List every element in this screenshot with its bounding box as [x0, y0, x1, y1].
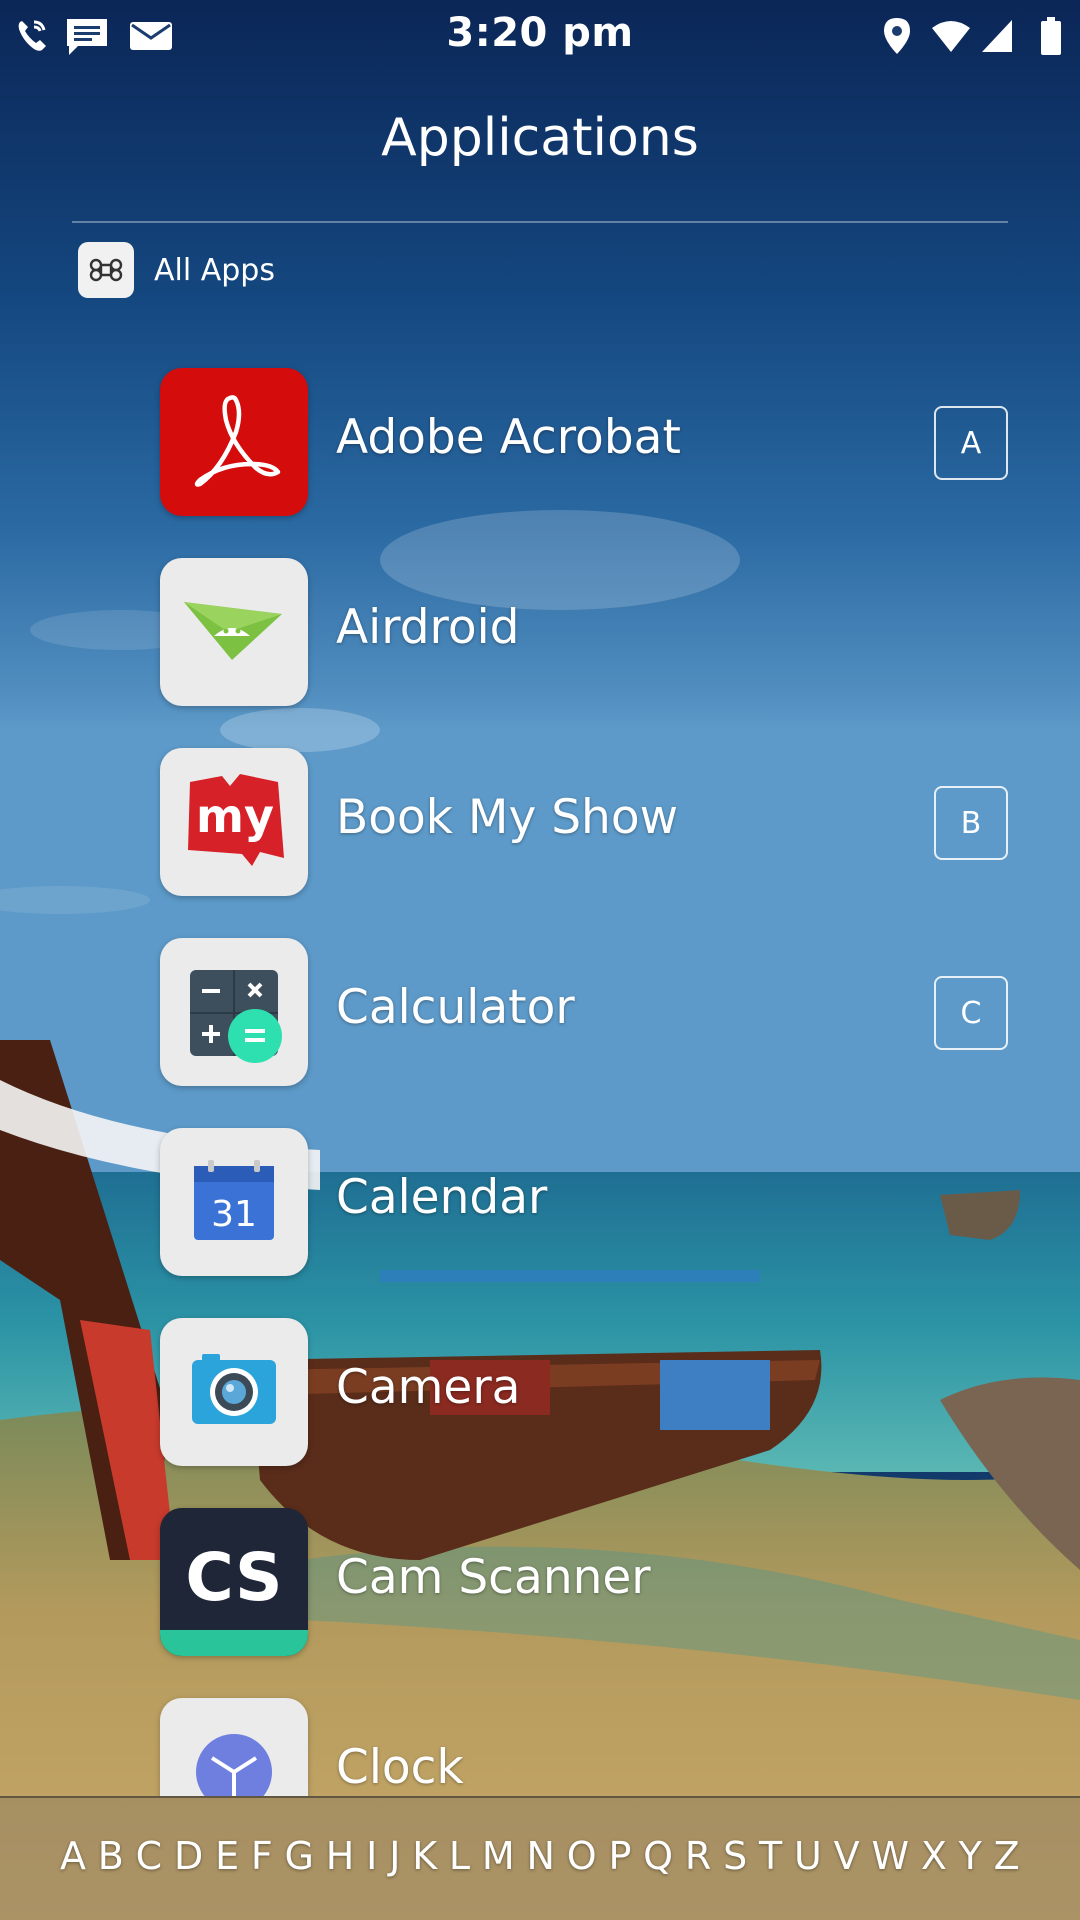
- alphabet-letter-i[interactable]: I: [366, 1834, 377, 1878]
- battery-icon: [1040, 16, 1062, 60]
- status-time: 3:20 pm: [446, 10, 634, 56]
- app-row-camera[interactable]: Camera: [0, 1318, 1080, 1466]
- app-label: Airdroid: [336, 600, 520, 655]
- clock-icon[interactable]: [160, 1698, 308, 1796]
- alphabet-letter-l[interactable]: L: [449, 1834, 470, 1878]
- alphabet-letter-q[interactable]: Q: [643, 1834, 673, 1878]
- book-my-show-icon[interactable]: my: [160, 748, 308, 896]
- alphabet-letter-o[interactable]: O: [567, 1834, 597, 1878]
- alphabet-letter-n[interactable]: N: [526, 1834, 554, 1878]
- calculator-icon[interactable]: [160, 938, 308, 1086]
- alphabet-letter-m[interactable]: M: [482, 1834, 515, 1878]
- app-row-clock[interactable]: Clock: [0, 1698, 1080, 1796]
- alphabet-letter-u[interactable]: U: [794, 1834, 822, 1878]
- app-label: Clock: [336, 1740, 464, 1795]
- alphabet-letter-t[interactable]: T: [759, 1834, 782, 1878]
- app-row-calendar[interactable]: 31 Calendar: [0, 1128, 1080, 1276]
- alphabet-letter-a[interactable]: A: [60, 1834, 86, 1878]
- app-label: Calculator: [336, 980, 575, 1035]
- app-label: Book My Show: [336, 790, 679, 845]
- app-label: Calendar: [336, 1170, 548, 1225]
- all-apps-label: All Apps: [154, 252, 275, 288]
- alphabet-letter-j[interactable]: J: [389, 1834, 400, 1878]
- adobe-acrobat-icon[interactable]: [160, 368, 308, 516]
- app-row-calculator[interactable]: Calculator C: [0, 938, 1080, 1086]
- alphabet-letter-s[interactable]: S: [723, 1834, 747, 1878]
- alphabet-letter-r[interactable]: R: [685, 1834, 711, 1878]
- app-list[interactable]: Adobe Acrobat A Airdroid my Book My Show…: [0, 360, 1080, 1796]
- alphabet-letter-b[interactable]: B: [98, 1834, 124, 1878]
- book-my-show-icon-text: my: [196, 789, 274, 843]
- cam-scanner-icon[interactable]: CS: [160, 1508, 308, 1656]
- alphabet-letter-v[interactable]: V: [834, 1834, 860, 1878]
- alphabet-letter-x[interactable]: X: [921, 1834, 947, 1878]
- alphabet-letter-f[interactable]: F: [251, 1834, 273, 1878]
- calendar-day-text: 31: [211, 1194, 257, 1235]
- app-row-adobe-acrobat[interactable]: Adobe Acrobat A: [0, 368, 1080, 516]
- alphabet-letter-k[interactable]: K: [412, 1834, 437, 1878]
- cam-scanner-icon-text: CS: [185, 1539, 282, 1616]
- status-bar: 3:20 pm: [0, 0, 1080, 72]
- alphabet-letter-e[interactable]: E: [215, 1834, 239, 1878]
- alphabet-letter-g[interactable]: G: [285, 1834, 314, 1878]
- app-label: Cam Scanner: [336, 1550, 651, 1605]
- camera-icon[interactable]: [160, 1318, 308, 1466]
- section-letter-badge[interactable]: A: [934, 406, 1008, 480]
- alphabet-letter-d[interactable]: D: [174, 1834, 203, 1878]
- wifi-icon: [930, 18, 972, 58]
- all-apps-button[interactable]: All Apps: [78, 242, 275, 298]
- location-icon: [882, 16, 912, 60]
- alphabet-letter-p[interactable]: P: [608, 1834, 631, 1878]
- app-label: Camera: [336, 1360, 521, 1415]
- app-row-book-my-show[interactable]: my Book My Show B: [0, 748, 1080, 896]
- section-letter-badge[interactable]: C: [934, 976, 1008, 1050]
- page-title: Applications: [381, 108, 699, 168]
- section-letter-badge[interactable]: B: [934, 786, 1008, 860]
- app-row-airdroid[interactable]: Airdroid: [0, 558, 1080, 706]
- alphabet-letter-z[interactable]: Z: [994, 1834, 1020, 1878]
- alphabet-letter-c[interactable]: C: [136, 1834, 163, 1878]
- alphabet-letter-h[interactable]: H: [326, 1834, 355, 1878]
- airdroid-icon[interactable]: [160, 558, 308, 706]
- app-row-cam-scanner[interactable]: CS Cam Scanner: [0, 1508, 1080, 1656]
- alphabet-bar[interactable]: ABCDEFGHIJKLMNOPQRSTUVWXYZ: [0, 1796, 1080, 1920]
- cell-signal-icon: [980, 18, 1014, 58]
- header-divider: [72, 221, 1008, 223]
- alphabet-letter-w[interactable]: W: [871, 1834, 909, 1878]
- calendar-icon[interactable]: 31: [160, 1128, 308, 1276]
- alphabet-letter-y[interactable]: Y: [959, 1834, 982, 1878]
- command-icon: [78, 242, 134, 298]
- app-label: Adobe Acrobat: [336, 410, 681, 465]
